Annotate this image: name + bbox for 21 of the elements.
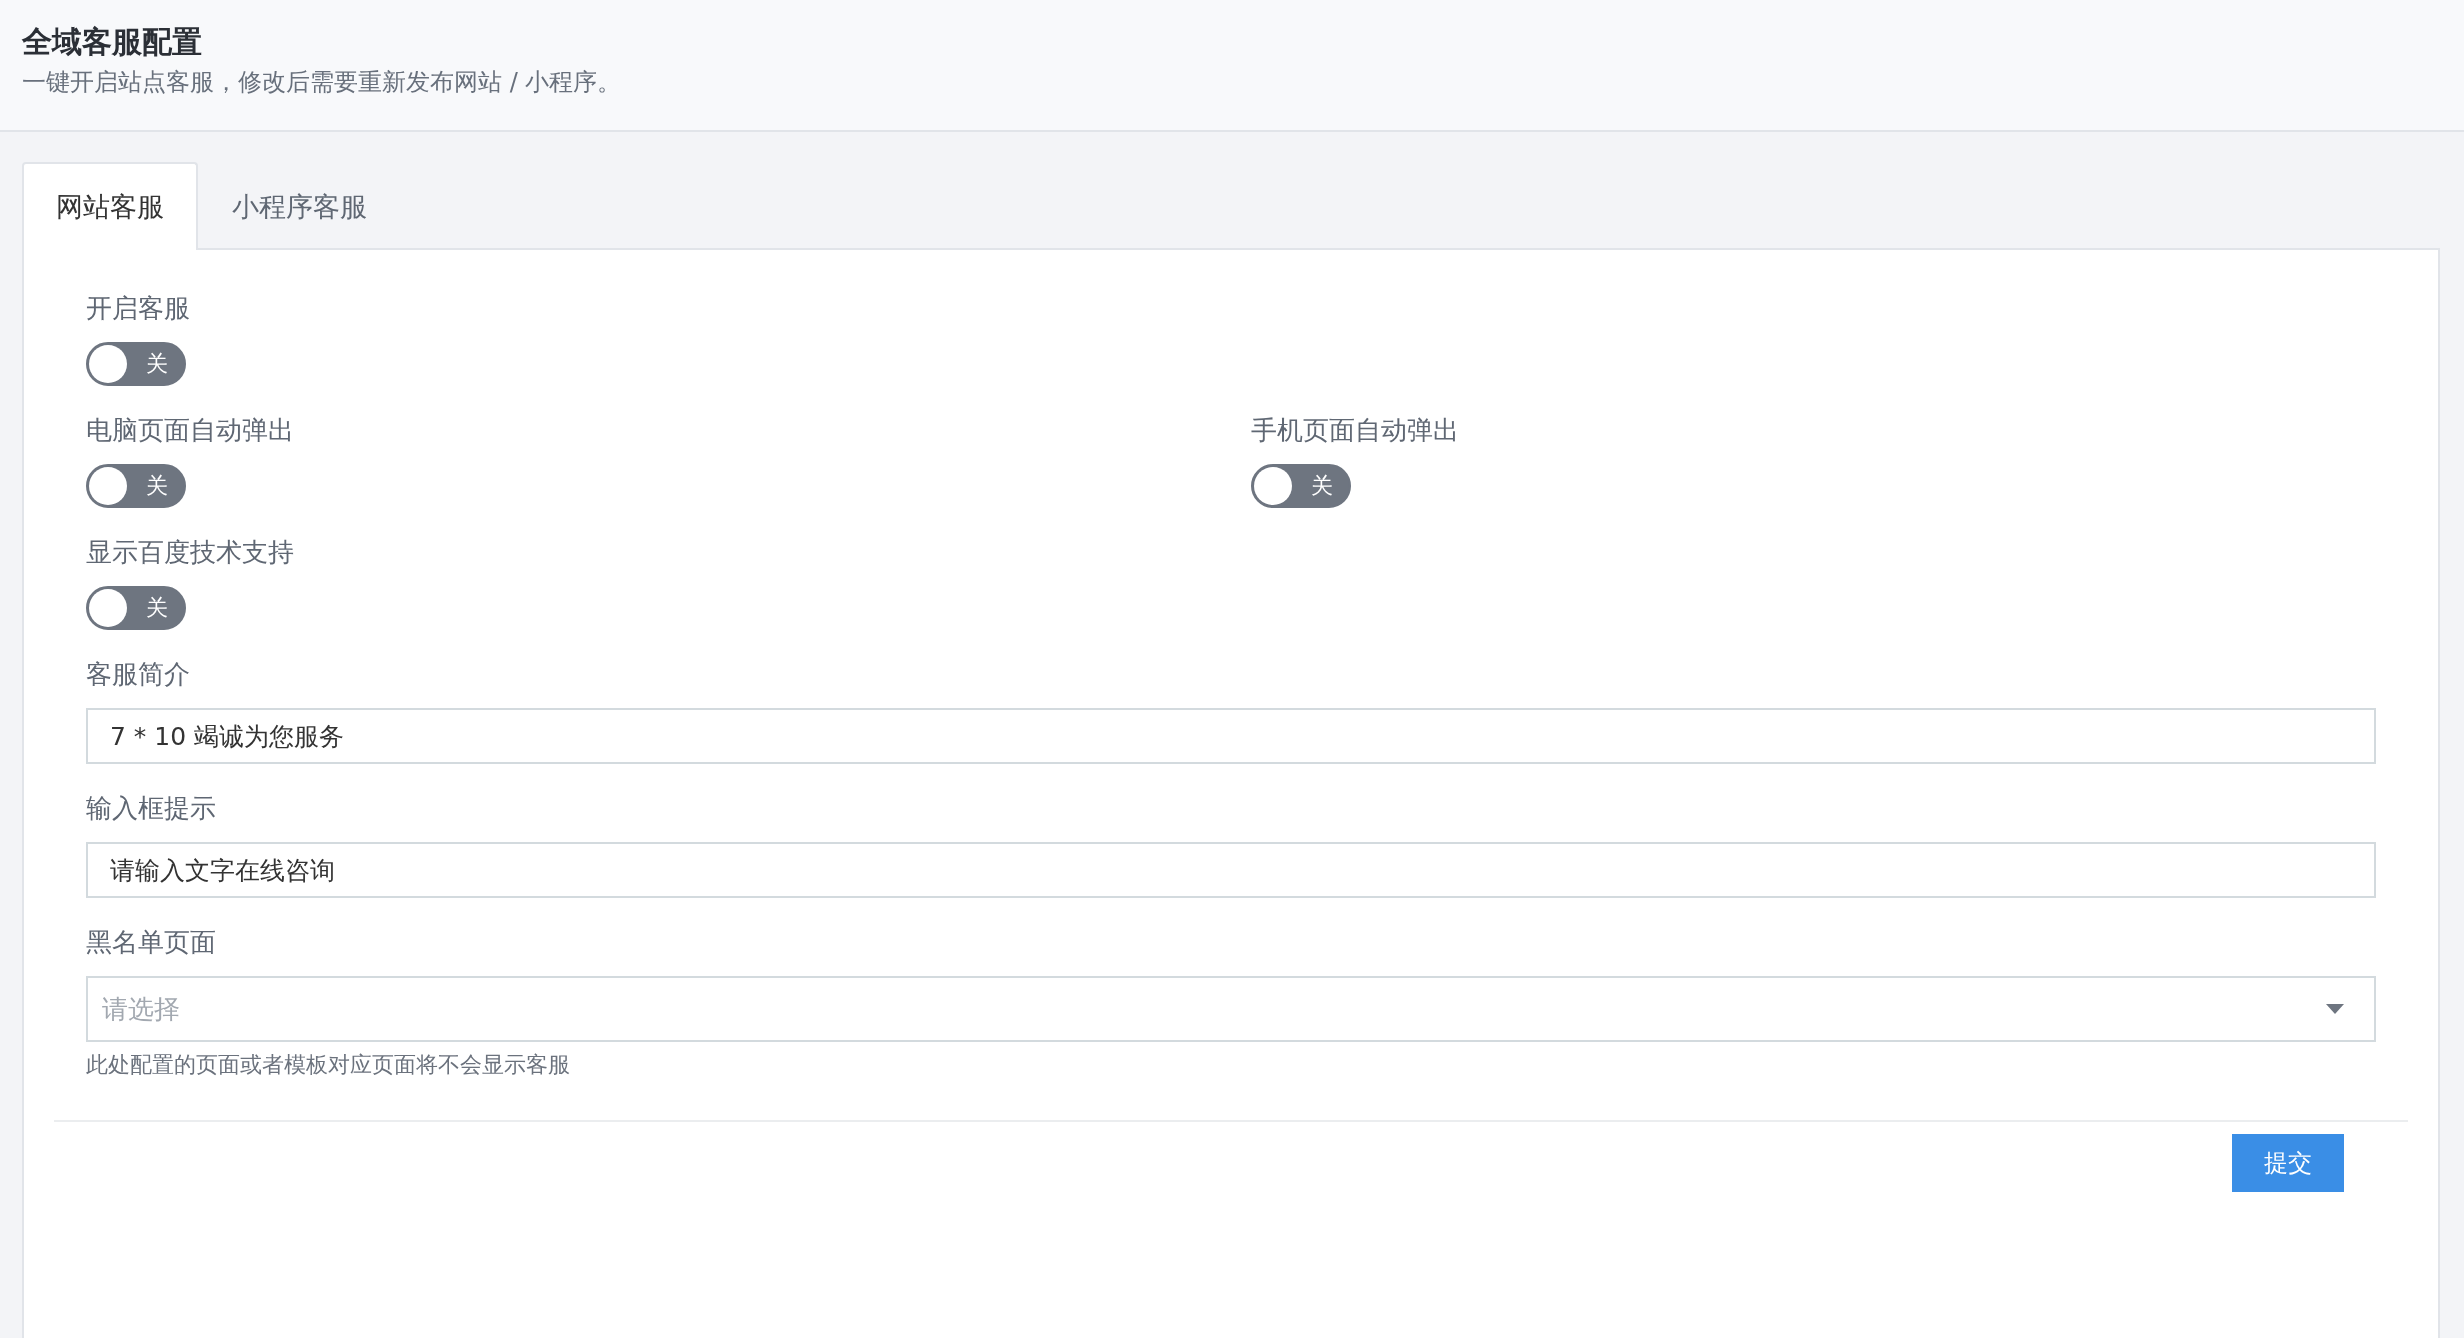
toggle-switch[interactable]: 关	[1251, 464, 1351, 508]
field-label: 显示百度技术支持	[86, 536, 295, 569]
field-label: 电脑页面自动弹出	[86, 414, 295, 447]
tab[interactable]: 小程序客服	[198, 162, 401, 250]
toggle-switch[interactable]: 关	[86, 342, 186, 386]
toggle-switch[interactable]: 关	[86, 464, 186, 508]
toggle-switch[interactable]: 关	[86, 586, 186, 630]
text-field[interactable]: 7 * 10 竭诚为您服务	[86, 708, 2376, 764]
page-title: 全域客服配置	[22, 23, 203, 61]
help-text: 此处配置的页面或者模板对应页面将不会显示客服	[86, 1051, 571, 1079]
field-label: 客服简介	[86, 658, 191, 691]
field-label: 开启客服	[86, 292, 191, 325]
field-label: 黑名单页面	[86, 926, 217, 959]
caret-icon	[2326, 1004, 2344, 1014]
tab[interactable]: 网站客服	[22, 162, 198, 250]
text-field[interactable]: 请输入文字在线咨询	[86, 842, 2376, 898]
submit-button[interactable]: 提交	[2232, 1134, 2344, 1192]
field-label: 输入框提示	[86, 792, 217, 825]
select-field[interactable]: 请选择	[86, 976, 2376, 1042]
page-subtitle: 一键开启站点客服，修改后需要重新发布网站 / 小程序。	[22, 67, 623, 98]
field-label: 手机页面自动弹出	[1251, 414, 1460, 447]
